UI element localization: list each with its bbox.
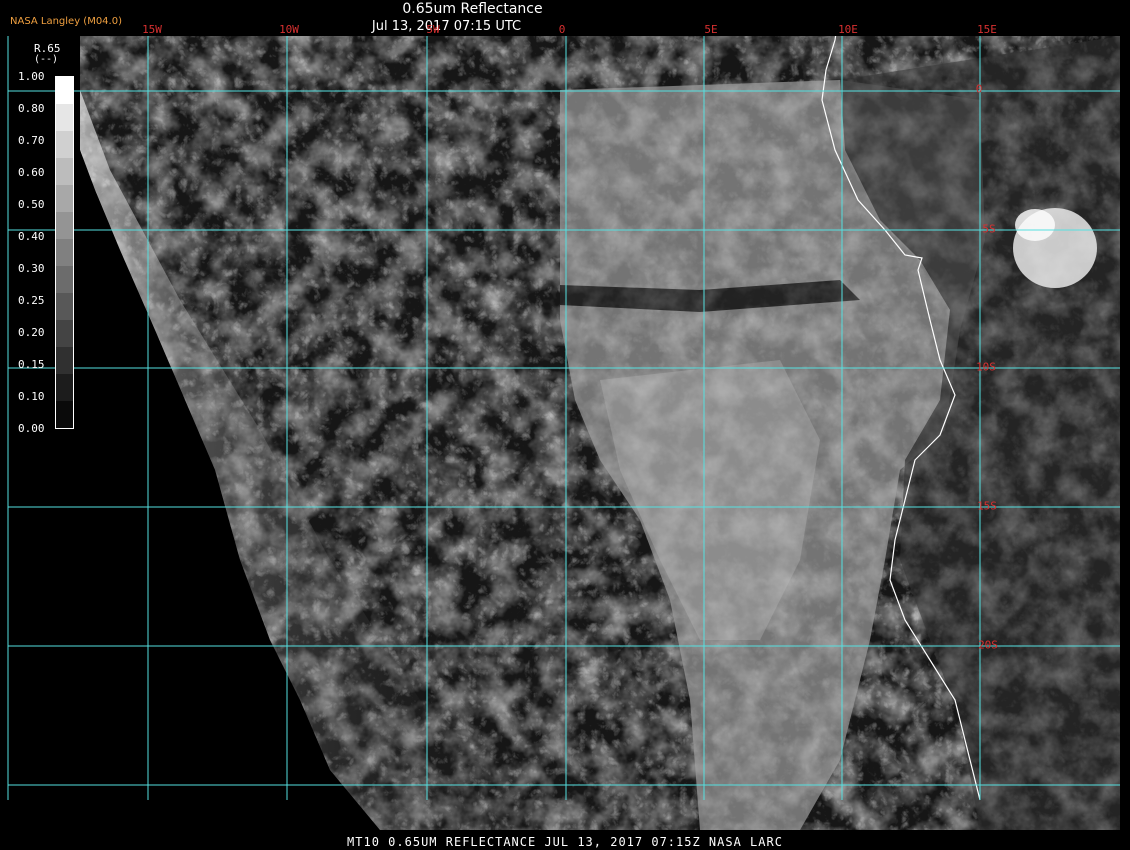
lon-label-15w: 15W xyxy=(142,23,162,36)
lat-label-0: 0 xyxy=(975,82,983,96)
legend-frame xyxy=(55,76,74,429)
legend-tick: 0.25 xyxy=(18,294,45,307)
legend-tick: 0.50 xyxy=(18,198,45,211)
legend-tick: 0.40 xyxy=(18,230,45,243)
image-timestamp: Jul 13, 2017 07:15 UTC xyxy=(371,19,522,34)
color-scale-legend: R.65 (--) 1.00 0.80 0.70 0.60 0.50 0.40 … xyxy=(14,40,76,440)
legend-tick: 0.20 xyxy=(18,326,45,339)
lon-label-10e: 10E xyxy=(838,23,858,36)
producer-credit: NASA Langley (M04.0) xyxy=(10,16,122,27)
lon-label-10w: 10W xyxy=(279,23,299,36)
legend-tick: 0.30 xyxy=(18,262,45,275)
legend-unit: (--) xyxy=(34,54,59,65)
lat-label-15s: 15S xyxy=(977,499,997,513)
lat-label-5s: 5S xyxy=(982,222,996,236)
legend-tick: 0.80 xyxy=(18,102,45,115)
legend-tick: 0.60 xyxy=(18,166,45,179)
legend-tick: 1.00 xyxy=(18,70,45,83)
legend-tick: 0.70 xyxy=(18,134,45,147)
legend-tick: 0.00 xyxy=(18,422,45,435)
lon-label-5e: 5E xyxy=(704,23,718,36)
lon-label-0: 0 xyxy=(558,23,566,36)
lat-label-10s: 10S xyxy=(976,360,996,374)
legend-tick: 0.10 xyxy=(18,390,45,403)
image-title: 0.65um Reflectance xyxy=(402,1,543,17)
lat-label-20s: 20S xyxy=(978,638,998,652)
footer-caption: MT10 0.65UM REFLECTANCE JUL 13, 2017 07:… xyxy=(347,835,783,849)
lon-label-15e: 15E xyxy=(977,23,997,36)
legend-tick: 0.15 xyxy=(18,358,45,371)
lon-label-5w: 5W xyxy=(426,23,440,36)
satellite-image xyxy=(7,36,1120,830)
satellite-viewer: 0.65um Reflectance Jul 13, 2017 07:15 UT… xyxy=(0,0,1130,850)
